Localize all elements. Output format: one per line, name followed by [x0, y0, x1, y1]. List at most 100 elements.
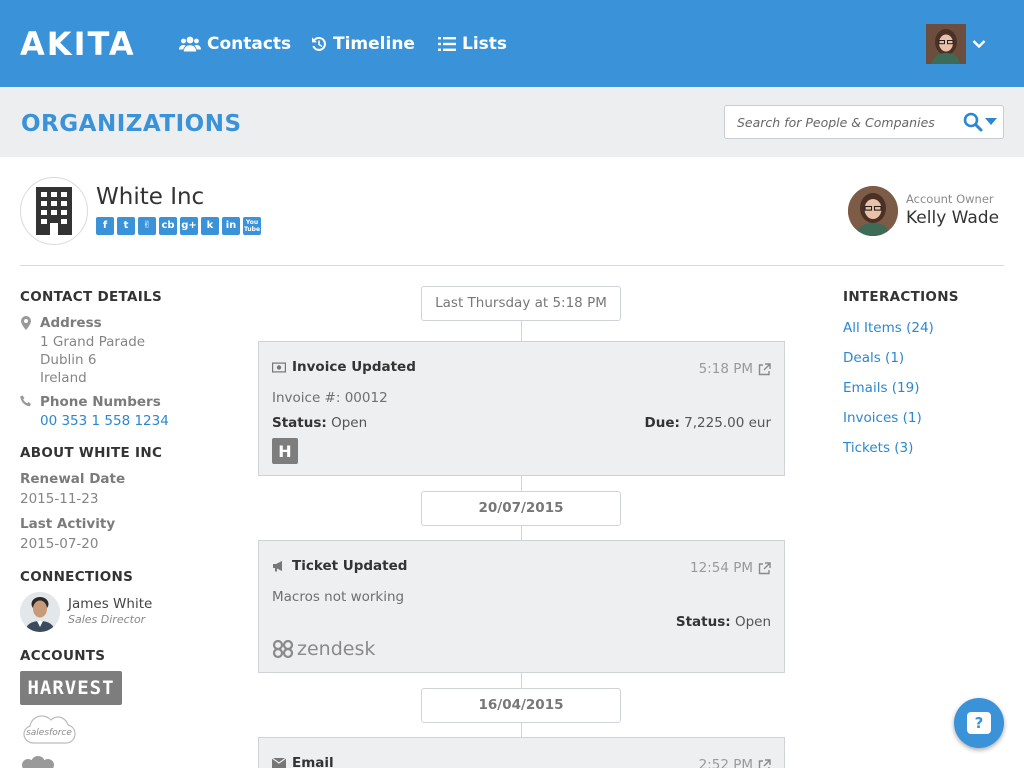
connection-avatar[interactable] — [20, 592, 60, 632]
interactions-heading: INTERACTIONS — [843, 289, 959, 305]
nav-lists-label: Lists — [462, 34, 508, 54]
timeline-date-2: 20/07/2015 — [421, 491, 621, 526]
ticket-card-time: 12:54 PM — [690, 559, 771, 577]
map-marker-icon — [21, 316, 31, 330]
nav-lists[interactable]: Lists — [438, 33, 507, 55]
interaction-deals[interactable]: Deals (1) — [843, 349, 904, 367]
external-link-icon[interactable] — [758, 561, 771, 575]
account-owner-avatar[interactable] — [848, 186, 898, 236]
ticket-card-time-text: 12:54 PM — [690, 560, 753, 576]
invoice-updated-card[interactable]: Invoice Updated 5:18 PM Invoice #: 00012… — [258, 341, 785, 476]
top-navigation-bar — [0, 0, 1024, 87]
youtube-icon[interactable]: You Tube — [243, 217, 261, 235]
nav-contacts-label: Contacts — [207, 34, 292, 54]
harvest-badge-icon: H — [272, 438, 298, 464]
envelope-icon — [272, 758, 286, 768]
caret-down-icon — [985, 118, 997, 125]
invoice-status: Status: Open — [272, 414, 367, 432]
nav-contacts[interactable]: Contacts — [179, 33, 291, 55]
zendesk-mark-icon — [272, 639, 294, 659]
search-input[interactable] — [737, 112, 957, 132]
interaction-all-items[interactable]: All Items (24) — [843, 319, 934, 337]
social-links: f t ✌ cb g+ k in You Tube — [96, 217, 261, 235]
angellist-icon[interactable]: ✌ — [138, 217, 156, 235]
harvest-logo[interactable]: HARVEST — [20, 671, 122, 705]
renewal-date-label: Renewal Date — [20, 471, 126, 487]
money-icon — [272, 362, 286, 373]
header-divider — [20, 265, 1004, 266]
external-link-icon[interactable] — [758, 758, 771, 768]
connection-role: Sales Director — [68, 613, 146, 626]
invoice-card-time-text: 5:18 PM — [698, 361, 753, 377]
ticket-status: Status: Open — [676, 613, 771, 631]
account-owner-label: Account Owner — [906, 192, 994, 206]
nav-timeline[interactable]: Timeline — [311, 33, 415, 55]
page-title: ORGANIZATIONS — [21, 111, 242, 137]
search-button[interactable] — [963, 112, 997, 132]
connection-name[interactable]: James White — [68, 595, 152, 613]
invoice-number: Invoice #: 00012 — [272, 390, 388, 406]
organization-name: White Inc — [96, 184, 205, 210]
chevron-down-icon — [972, 40, 986, 49]
invoice-card-time: 5:18 PM — [699, 360, 771, 378]
interaction-emails[interactable]: Emails (19) — [843, 379, 920, 397]
akita-logo[interactable]: AKITA — [20, 26, 136, 62]
about-heading: ABOUT WHITE INC — [20, 445, 163, 461]
klout-icon[interactable]: k — [201, 217, 219, 235]
user-menu[interactable] — [926, 24, 986, 64]
phone-number-link[interactable]: 00 353 1 558 1234 — [40, 412, 169, 430]
facebook-icon[interactable]: f — [96, 217, 114, 235]
ticket-status-value: Open — [734, 614, 771, 630]
contact-details-heading: CONTACT DETAILS — [20, 289, 162, 305]
timeline-date-3: 16/04/2015 — [421, 688, 621, 723]
phone-numbers-label: Phone Numbers — [40, 394, 161, 410]
invoice-card-title-text: Invoice Updated — [292, 359, 416, 375]
email-card-time-text: 2:52 PM — [698, 757, 753, 768]
invoice-due-value: 7,225.00 eur — [684, 415, 771, 431]
users-icon — [179, 36, 201, 52]
renewal-date-value: 2015-11-23 — [20, 491, 99, 507]
ticket-updated-card[interactable]: Ticket Updated 12:54 PM Macros not worki… — [258, 540, 785, 673]
user-avatar — [926, 24, 966, 64]
email-card-time: 2:52 PM — [699, 756, 771, 768]
bullhorn-icon — [273, 561, 282, 572]
integration-logo[interactable] — [20, 755, 56, 768]
invoice-card-title: Invoice Updated — [272, 358, 416, 376]
invoice-due-label: Due: — [644, 415, 680, 431]
list-icon — [438, 37, 456, 51]
google-plus-icon[interactable]: g+ — [180, 217, 198, 235]
ticket-card-title-text: Ticket Updated — [292, 558, 408, 574]
nav-timeline-label: Timeline — [333, 34, 415, 54]
twitter-icon[interactable]: t — [117, 217, 135, 235]
email-card-title: Email — [272, 754, 334, 768]
crunchbase-icon[interactable]: cb — [159, 217, 177, 235]
account-owner-name[interactable]: Kelly Wade — [906, 207, 999, 229]
invoice-status-label: Status: — [272, 415, 327, 431]
ticket-status-label: Status: — [675, 614, 731, 630]
last-activity-label: Last Activity — [20, 516, 116, 532]
email-card-title-text: Email — [292, 755, 334, 768]
phone-icon — [20, 395, 31, 407]
address-line-1: 1 Grand Parade — [40, 334, 146, 350]
history-icon — [312, 36, 327, 51]
zendesk-logo: zendesk — [272, 637, 375, 661]
building-icon — [36, 187, 72, 235]
email-card[interactable]: Email 2:52 PM — [258, 737, 785, 768]
address-label: Address — [40, 315, 102, 331]
interaction-invoices[interactable]: Invoices (1) — [843, 409, 922, 427]
organization-avatar — [20, 177, 88, 245]
ticket-description: Macros not working — [272, 589, 405, 605]
ticket-card-title: Ticket Updated — [272, 557, 407, 575]
salesforce-logo[interactable]: salesforce — [22, 713, 76, 749]
accounts-heading: ACCOUNTS — [20, 648, 106, 664]
external-link-icon[interactable] — [758, 362, 771, 376]
linkedin-icon[interactable]: in — [222, 217, 240, 235]
search-box — [724, 105, 1004, 139]
last-activity-value: 2015-07-20 — [20, 536, 99, 552]
timeline-date-1: Last Thursday at 5:18 PM — [421, 286, 621, 321]
invoice-due: Due: 7,225.00 eur — [645, 414, 772, 432]
interaction-tickets[interactable]: Tickets (3) — [843, 439, 913, 457]
address-line-2: Dublin 6 — [40, 352, 97, 368]
help-chat-button[interactable]: ? — [954, 698, 1004, 748]
salesforce-logo-text: salesforce — [26, 728, 72, 738]
